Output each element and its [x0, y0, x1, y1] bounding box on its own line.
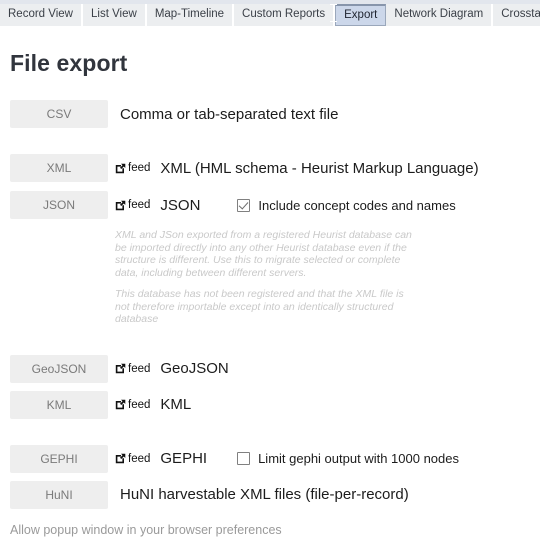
feed-link-geojson[interactable]: feed	[115, 363, 150, 375]
feed-link-label: feed	[128, 362, 151, 375]
feed-link-json[interactable]: feed	[115, 199, 150, 211]
tab-label: Record View	[8, 8, 73, 21]
view-tabbar: Record View List View Map-Timeline Custo…	[0, 4, 540, 26]
export-row-json: JSON feed JSON Include concept codes and…	[0, 191, 540, 219]
export-row-gephi: GEPHI feed GEPHI Limit gephi output with…	[0, 444, 540, 473]
tab-label: Export	[344, 8, 378, 21]
export-row-geojson: GeoJSON feed GeoJSON	[0, 354, 540, 383]
page-title: File export	[10, 50, 128, 76]
feed-link-label: feed	[128, 452, 151, 465]
export-row-csv: CSV Comma or tab-separated text file	[0, 100, 540, 128]
tab-label: Crosstabs	[501, 8, 540, 21]
limit-gephi-output-checkbox[interactable]	[237, 452, 251, 465]
option-label: Include concept codes and names	[258, 197, 456, 213]
option-limit-gephi-output[interactable]: Limit gephi output with 1000 nodes	[237, 451, 459, 466]
export-description-gephi: GEPHI	[160, 450, 208, 467]
export-description-csv: Comma or tab-separated text file	[120, 105, 339, 123]
export-button-huni[interactable]: HuNI	[10, 480, 108, 509]
external-link-icon	[115, 363, 126, 374]
feed-link-xml[interactable]: feed	[115, 162, 150, 174]
tab-network-diagram[interactable]: Network Diagram	[386, 4, 494, 26]
export-note-unregistered-db: This database has not been registered an…	[115, 288, 404, 325]
popup-permission-note: Allow popup window in your browser prefe…	[10, 522, 282, 537]
export-row-xml: XML feed XML (HML schema - Heurist Marku…	[0, 154, 540, 182]
tab-label: List View	[91, 8, 137, 21]
tab-record-view[interactable]: Record View	[0, 4, 83, 26]
tab-label: Network Diagram	[394, 8, 484, 21]
export-note-registered-db: XML and JSon exported from a registered …	[115, 229, 412, 279]
feed-link-label: feed	[128, 162, 151, 174]
option-label: Limit gephi output with 1000 nodes	[258, 451, 459, 466]
export-description-json: JSON	[160, 196, 201, 214]
export-button-csv[interactable]: CSV	[10, 100, 108, 128]
export-description-kml: KML	[160, 396, 192, 413]
tab-export[interactable]: Export	[335, 4, 387, 26]
export-panel: File export CSV Comma or tab-separated t…	[0, 26, 540, 537]
export-description-xml: XML (HML schema - Heurist Markup Languag…	[160, 159, 479, 177]
option-include-concept-codes[interactable]: Include concept codes and names	[237, 197, 456, 213]
export-row-kml: KML feed KML	[0, 390, 540, 419]
tab-custom-reports[interactable]: Custom Reports	[234, 4, 336, 26]
export-button-geojson[interactable]: GeoJSON	[10, 354, 108, 383]
export-format-list: CSV Comma or tab-separated text file XML…	[0, 100, 540, 509]
external-link-icon	[115, 163, 126, 174]
tab-crosstabs[interactable]: Crosstabs	[493, 4, 540, 26]
include-concept-codes-checkbox[interactable]	[237, 198, 251, 212]
external-link-icon	[115, 200, 126, 211]
feed-link-kml[interactable]: feed	[115, 399, 150, 411]
export-button-gephi[interactable]: GEPHI	[10, 444, 108, 473]
export-button-kml[interactable]: KML	[10, 390, 108, 419]
tab-map-timeline[interactable]: Map-Timeline	[146, 4, 235, 26]
tab-label: Custom Reports	[242, 8, 326, 21]
feed-link-gephi[interactable]: feed	[115, 453, 150, 465]
tab-label: Map-Timeline	[154, 8, 225, 21]
export-button-json[interactable]: JSON	[10, 191, 108, 219]
feed-link-label: feed	[128, 199, 151, 211]
export-row-huni: HuNI HuNI harvestable XML files (file-pe…	[0, 480, 540, 509]
external-link-icon	[115, 453, 126, 464]
export-button-xml[interactable]: XML	[10, 154, 108, 182]
external-link-icon	[115, 399, 126, 410]
tab-list-view[interactable]: List View	[83, 4, 147, 26]
export-description-geojson: GeoJSON	[160, 360, 229, 377]
feed-link-label: feed	[128, 398, 151, 411]
export-description-huni: HuNI harvestable XML files (file-per-rec…	[120, 486, 409, 503]
